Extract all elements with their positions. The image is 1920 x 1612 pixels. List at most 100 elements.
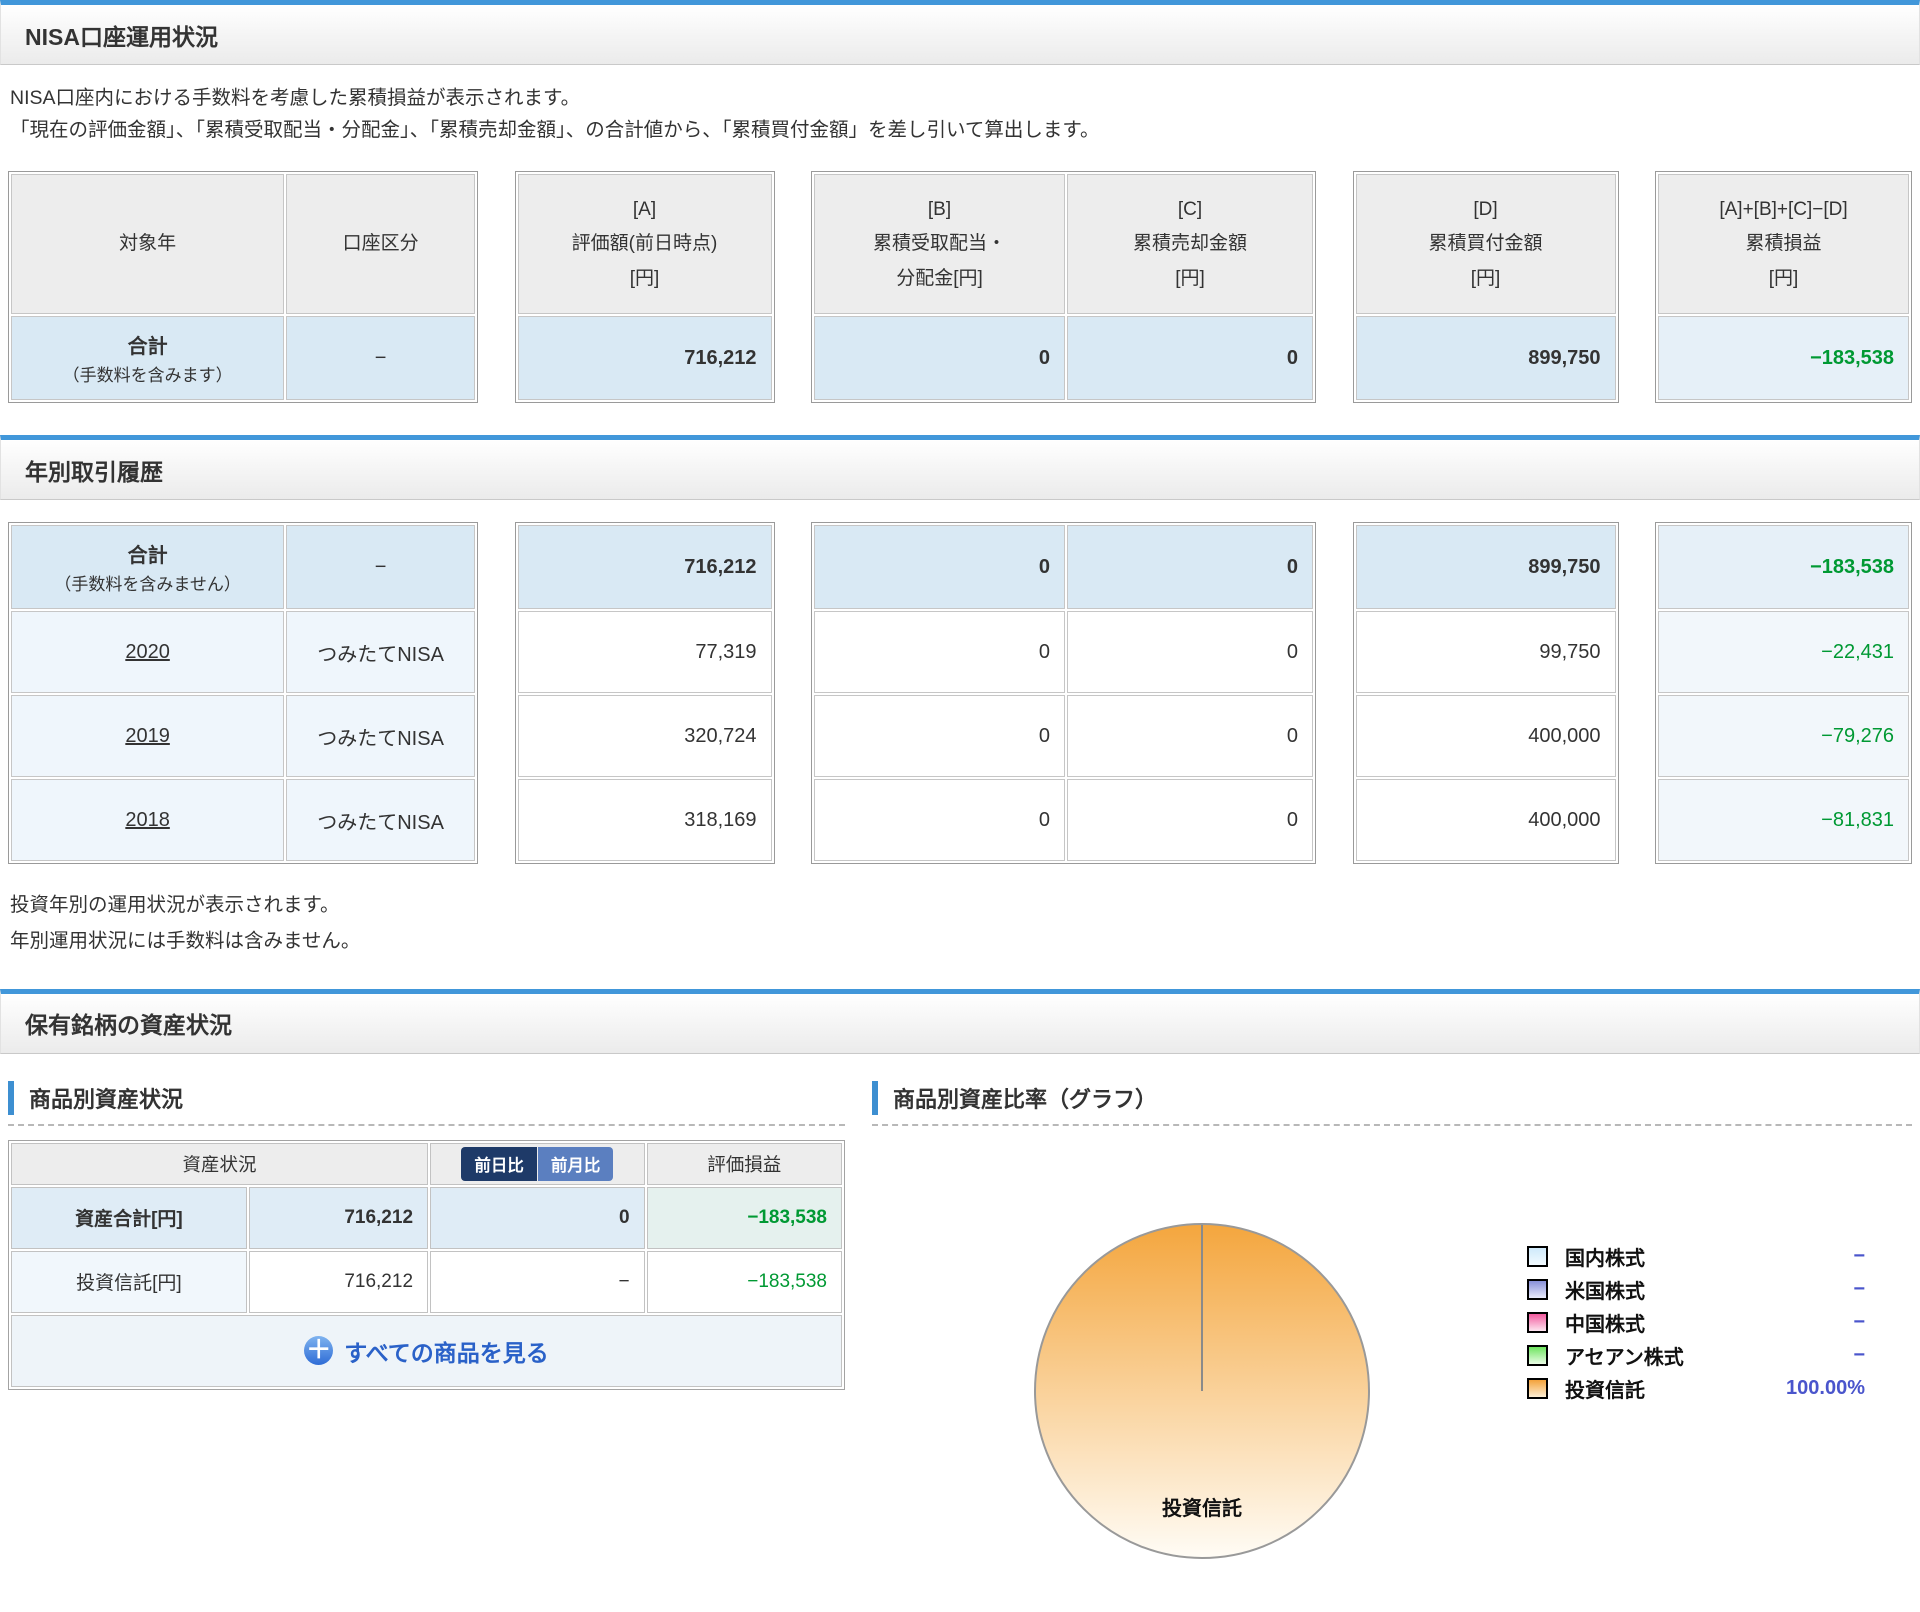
view-all-products-link[interactable]: ＋ すべての商品を見る: [304, 1334, 549, 1368]
asset-fund-label: 投資信託[円]: [11, 1250, 247, 1313]
valuation-cell: 318,169: [517, 779, 772, 862]
purchases-cell: 400,000: [1355, 779, 1616, 862]
pie-chart-area: 投資信託 国内株式 − 米国株式 − 中国株式 − アセアン株式 − 投資信託 …: [872, 1126, 1912, 1596]
summary-group-a: [A] 評価額(前日時点) [円] 716,212: [514, 171, 775, 404]
note-line1: 投資年別の運用状況が表示されます。: [10, 894, 340, 917]
asset-total-label: 資産合計[円]: [11, 1186, 247, 1249]
summary-total-sales: 0: [1067, 316, 1313, 401]
dividends-cell: 0: [814, 779, 1066, 862]
holdings-columns: 商品別資産状況 資産状況 前日比 前月比 評価損益 資産合計[円] 716,21…: [8, 1078, 1912, 1596]
col-header-purchases: [D] 累積買付金額 [円]: [1355, 174, 1616, 315]
asset-status-table: 資産状況 前日比 前月比 評価損益 資産合計[円] 716,212 0 −183…: [8, 1139, 845, 1390]
account-type-cell: つみたてNISA: [286, 611, 475, 694]
summary-group-bc: [B] 累積受取配当・ 分配金[円] [C] 累積売却金額 [円] 0 0: [811, 171, 1316, 404]
asset-total-row: 資産合計[円] 716,212 0 −183,538: [11, 1186, 842, 1249]
note-line2: 年別運用状況には手数料は含みません。: [10, 929, 361, 952]
purchases-cell: 99,750: [1355, 611, 1616, 694]
asset-fund-row: 投資信託[円] 716,212 − −183,538: [11, 1250, 842, 1313]
year-link-2019[interactable]: 2019: [125, 725, 170, 747]
yearly-total-purchases: 899,750: [1355, 525, 1616, 610]
summary-total-dividends: 0: [814, 316, 1066, 401]
view-all-products-label: すべての商品を見る: [344, 1339, 549, 1366]
pie-slice-label: 投資信託: [1162, 1497, 1242, 1520]
asset-header-change: 前日比 前月比: [430, 1142, 645, 1185]
subtitle-bar: [872, 1080, 878, 1115]
pie-legend: 国内株式 − 米国株式 − 中国株式 − アセアン株式 − 投資信託 100.0…: [1527, 1240, 1865, 1405]
description-line2: 「現在の評価金額」、「累積受取配当・分配金」、「累積売却金額」、の合計値から、「…: [10, 119, 1100, 142]
asset-fund-pl: −183,538: [646, 1250, 842, 1313]
legend-item-china: 中国株式 −: [1527, 1306, 1865, 1339]
table-row-2018: 2018 つみたてNISA: [11, 779, 475, 862]
description-line1: NISA口座内における手数料を考慮した累積損益が表示されます。: [10, 87, 581, 109]
page-title: NISA口座運用状況: [25, 23, 218, 50]
year-link-2020[interactable]: 2020: [125, 641, 170, 663]
yearly-total-valuation: 716,212: [517, 525, 772, 610]
prev-month-button[interactable]: 前月比: [537, 1146, 614, 1181]
purchases-cell: 400,000: [1355, 695, 1616, 778]
legend-item-us: 米国株式 −: [1527, 1273, 1865, 1306]
plus-icon: ＋: [304, 1336, 334, 1366]
yearly-group-pl: −183,538 −22,431 −79,276 −81,831: [1655, 522, 1912, 865]
asset-total-value: 716,212: [248, 1186, 429, 1249]
legend-item-domestic: 国内株式 −: [1527, 1240, 1865, 1273]
dotted-divider: [8, 1123, 845, 1126]
summary-table: 対象年 口座区分 合計 （手数料を含みます） − [A] 評価額(前日時点) […: [8, 171, 1912, 404]
asset-total-change: 0: [430, 1186, 645, 1249]
summary-group-pl: [A]+[B]+[C]−[D] 累積損益 [円] −183,538: [1655, 171, 1912, 404]
legend-swatch-fund: [1527, 1377, 1548, 1399]
account-type-cell: つみたてNISA: [286, 779, 475, 862]
legend-swatch-china: [1527, 1311, 1548, 1333]
asset-fund-change: −: [430, 1250, 645, 1313]
year-cell: 2019: [11, 695, 285, 778]
col-header-account-type: 口座区分: [286, 174, 475, 315]
yearly-total-profit-loss: −183,538: [1658, 525, 1909, 610]
summary-group-year-type: 対象年 口座区分 合計 （手数料を含みます） −: [8, 171, 478, 404]
yearly-table: 合計 （手数料を含みません） − 2020 つみたてNISA 2019 つみたて…: [8, 522, 1912, 865]
pie-slice-boundary: [1201, 1224, 1203, 1391]
yearly-group-year-type: 合計 （手数料を含みません） − 2020 つみたてNISA 2019 つみたて…: [8, 522, 478, 865]
asset-table-header-row: 資産状況 前日比 前月比 評価損益: [11, 1142, 842, 1185]
profit-loss-cell: −81,831: [1658, 779, 1909, 862]
yearly-total-row: 合計 （手数料を含みません） −: [11, 525, 475, 610]
yearly-total-account-type: −: [286, 525, 475, 610]
col-header-profit-loss: [A]+[B]+[C]−[D] 累積損益 [円]: [1658, 174, 1909, 315]
legend-swatch-asean: [1527, 1344, 1548, 1366]
asset-footer-cell: ＋ すべての商品を見る: [11, 1314, 842, 1387]
asset-header-pl: 評価損益: [646, 1142, 842, 1185]
prev-day-button[interactable]: 前日比: [461, 1146, 537, 1181]
sales-cell: 0: [1067, 779, 1313, 862]
valuation-cell: 77,319: [517, 611, 772, 694]
yearly-group-a: 716,212 77,319 320,724 318,169: [514, 522, 775, 865]
dividends-cell: 0: [814, 611, 1066, 694]
legend-swatch-us: [1527, 1278, 1548, 1300]
yearly-notes: 投資年別の運用状況が表示されます。 年別運用状況には手数料は含みません。: [10, 890, 1910, 956]
summary-total-account-type: −: [286, 316, 475, 401]
legend-swatch-domestic: [1527, 1245, 1548, 1267]
yearly-group-d: 899,750 99,750 400,000 400,000: [1352, 522, 1619, 865]
col-header-sales: [C] 累積売却金額 [円]: [1067, 174, 1313, 315]
summary-total-valuation: 716,212: [517, 316, 772, 401]
summary-total-profit-loss: −183,538: [1658, 316, 1909, 401]
summary-total-purchases: 899,750: [1355, 316, 1616, 401]
subtitle-bar: [8, 1080, 14, 1115]
yearly-total-dividends: 0: [814, 525, 1066, 610]
yearly-total-label: 合計 （手数料を含みません）: [11, 525, 285, 610]
account-status-description: NISA口座内における手数料を考慮した累積損益が表示されます。 「現在の評価金額…: [10, 83, 1910, 145]
table-row-2020: 2020 つみたてNISA: [11, 611, 475, 694]
legend-item-asean: アセアン株式 −: [1527, 1339, 1865, 1372]
col-header-target-year: 対象年: [11, 174, 285, 315]
asset-ratio-panel: 商品別資産比率（グラフ） 投資信託 国内株式 − 米国株式 − 中国株式 − ア…: [872, 1078, 1912, 1596]
asset-fund-value: 716,212: [248, 1250, 429, 1313]
asset-status-panel: 商品別資産状況 資産状況 前日比 前月比 評価損益 資産合計[円] 716,21…: [8, 1078, 845, 1596]
summary-group-d: [D] 累積買付金額 [円] 899,750: [1352, 171, 1619, 404]
asset-total-pl: −183,538: [646, 1186, 842, 1249]
year-link-2018[interactable]: 2018: [125, 809, 170, 831]
profit-loss-cell: −79,276: [1658, 695, 1909, 778]
dividends-cell: 0: [814, 695, 1066, 778]
sales-cell: 0: [1067, 695, 1313, 778]
asset-footer-row: ＋ すべての商品を見る: [11, 1314, 842, 1387]
table-row-2019: 2019 つみたてNISA: [11, 695, 475, 778]
col-header-valuation: [A] 評価額(前日時点) [円]: [517, 174, 772, 315]
profit-loss-cell: −22,431: [1658, 611, 1909, 694]
sales-cell: 0: [1067, 611, 1313, 694]
